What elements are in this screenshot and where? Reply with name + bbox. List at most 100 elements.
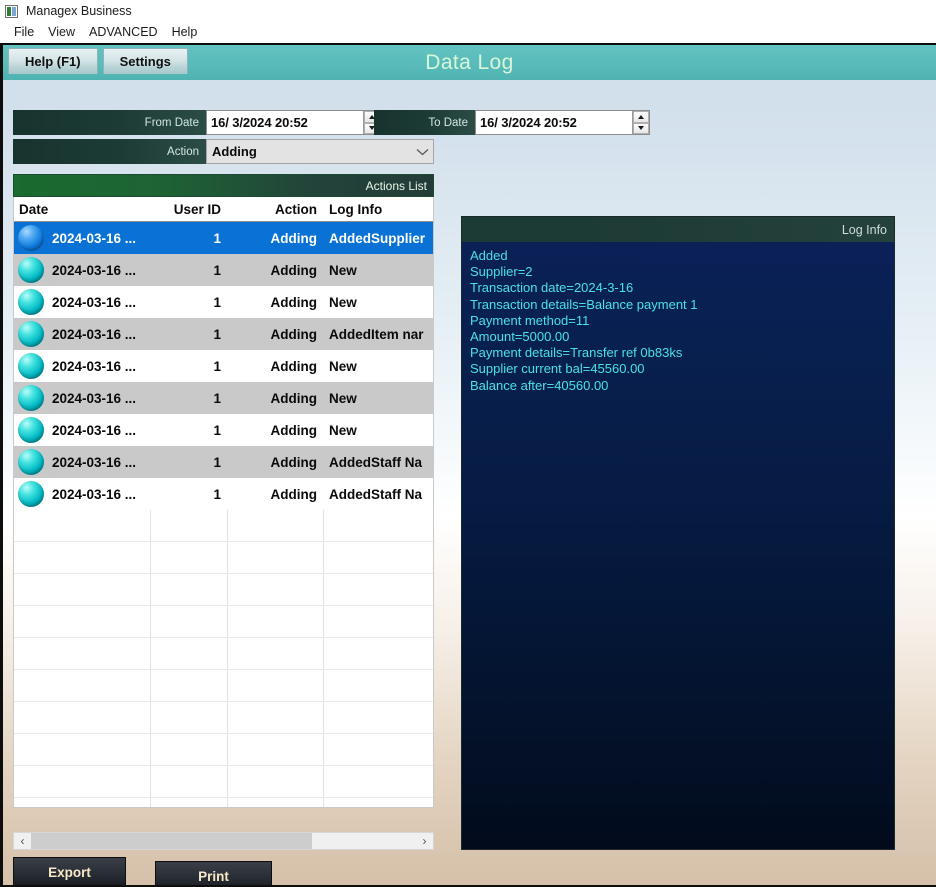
to-date-spin-up-button[interactable] (633, 111, 649, 123)
cell-empty (14, 766, 151, 797)
cell-empty (14, 542, 151, 573)
row-bullet-icon (18, 257, 44, 283)
to-date-label: To Date (374, 110, 475, 135)
cell-empty (14, 734, 151, 765)
menubar: File View ADVANCED Help (0, 22, 936, 42)
cell-empty (151, 638, 228, 669)
row-bullet-icon (18, 417, 44, 443)
menu-item-view[interactable]: View (41, 24, 82, 40)
table-row[interactable]: 2024-03-16 ...1AddingNew (14, 254, 433, 286)
from-date-input[interactable]: 16/ 3/2024 20:52 (206, 110, 381, 135)
cell-empty (324, 734, 433, 765)
table-row-empty[interactable] (14, 510, 433, 542)
menu-item-help[interactable]: Help (165, 24, 205, 40)
cell-empty (14, 638, 151, 669)
cell-action: Adding (228, 286, 324, 318)
scrollbar-track[interactable] (31, 833, 416, 849)
row-bullet-icon (18, 385, 44, 411)
cell-empty (228, 798, 324, 808)
cell-log-info: New (324, 350, 433, 382)
cell-log-info: AddedStaff Na (324, 446, 433, 478)
to-date-spin-down-button[interactable] (633, 123, 649, 135)
cell-empty (228, 638, 324, 669)
to-date-group: To Date 16/ 3/2024 20:52 (374, 110, 650, 135)
cell-empty (151, 766, 228, 797)
table-row[interactable]: 2024-03-16 ...1AddingNew (14, 382, 433, 414)
to-date-input[interactable]: 16/ 3/2024 20:52 (475, 110, 650, 135)
tab-settings[interactable]: Settings (103, 48, 188, 74)
cell-user-id: 1 (151, 414, 228, 446)
table-row[interactable]: 2024-03-16 ...1AddingAddedStaff Na (14, 478, 433, 510)
table-row[interactable]: 2024-03-16 ...1AddingAddedStaff Na (14, 446, 433, 478)
from-date-value: 16/ 3/2024 20:52 (207, 115, 363, 130)
log-info-line: Transaction details=Balance payment 1 (470, 297, 886, 313)
table-row[interactable]: 2024-03-16 ...1AddingNew (14, 414, 433, 446)
cell-log-info: New (324, 382, 433, 414)
table-row[interactable]: 2024-03-16 ...1AddingAddedSupplier (14, 222, 433, 254)
to-date-value: 16/ 3/2024 20:52 (476, 115, 632, 130)
table-row[interactable]: 2024-03-16 ...1AddingNew (14, 286, 433, 318)
actions-list-title: Actions List (13, 174, 434, 197)
cell-empty (151, 574, 228, 605)
table-row-empty[interactable] (14, 574, 433, 606)
table-row[interactable]: 2024-03-16 ...1AddingNew (14, 350, 433, 382)
cell-log-info: AddedItem nar (324, 318, 433, 350)
table-row-empty[interactable] (14, 702, 433, 734)
cell-empty (228, 766, 324, 797)
column-header-user-id[interactable]: User ID (151, 197, 228, 221)
table-row-empty[interactable] (14, 734, 433, 766)
cell-empty (151, 606, 228, 637)
table-row-empty[interactable] (14, 766, 433, 798)
cell-log-info: New (324, 414, 433, 446)
to-date-spinner[interactable] (632, 111, 649, 134)
scrollbar-thumb[interactable] (31, 833, 312, 849)
cell-log-info: AddedSupplier (324, 222, 433, 254)
export-button[interactable]: Export (13, 857, 126, 887)
column-header-date[interactable]: Date (14, 197, 151, 221)
actions-data-grid[interactable]: Date User ID Action Log Info 2024-03-16 … (13, 197, 434, 808)
cell-action: Adding (228, 382, 324, 414)
table-row-empty[interactable] (14, 542, 433, 574)
menu-item-advanced[interactable]: ADVANCED (82, 24, 165, 40)
cell-empty (324, 670, 433, 701)
cell-user-id: 1 (151, 254, 228, 286)
scroll-left-icon[interactable]: ‹ (14, 833, 31, 849)
cell-empty (324, 798, 433, 808)
action-filter-value: Adding (207, 144, 411, 159)
tab-help[interactable]: Help (F1) (8, 48, 98, 74)
tab-strip: Help (F1) Settings (3, 45, 936, 80)
row-bullet-icon (18, 321, 44, 347)
table-row-empty[interactable] (14, 638, 433, 670)
table-row[interactable]: 2024-03-16 ...1AddingAddedItem nar (14, 318, 433, 350)
action-filter-select[interactable]: Adding (206, 139, 434, 164)
column-header-log-info[interactable]: Log Info (324, 197, 433, 221)
menu-item-file[interactable]: File (7, 24, 41, 40)
os-titlebar: Managex Business (0, 0, 936, 22)
log-info-line: Amount=5000.00 (470, 329, 886, 345)
cell-empty (228, 670, 324, 701)
cell-empty (324, 638, 433, 669)
scroll-right-icon[interactable]: › (416, 833, 433, 849)
cell-empty (228, 702, 324, 733)
print-button[interactable]: Print (155, 861, 272, 887)
cell-empty (228, 574, 324, 605)
action-filter-label: Action (13, 139, 206, 164)
cell-action: Adding (228, 222, 324, 254)
table-row-empty[interactable] (14, 606, 433, 638)
log-info-text[interactable]: AddedSupplier=2Transaction date=2024-3-1… (462, 242, 894, 849)
cell-empty (14, 510, 151, 541)
cell-empty (228, 510, 324, 541)
log-info-line: Payment method=11 (470, 313, 886, 329)
grid-horizontal-scrollbar[interactable]: ‹ › (13, 832, 434, 850)
table-row-empty[interactable] (14, 670, 433, 702)
row-bullet-icon (18, 289, 44, 315)
app-window: Help (F1) Settings Data Log From Date 16… (0, 43, 936, 887)
log-info-line: Supplier current bal=45560.00 (470, 361, 886, 377)
cell-empty (324, 510, 433, 541)
cell-empty (151, 798, 228, 808)
cell-user-id: 1 (151, 478, 228, 510)
action-filter-group: Action Adding (13, 139, 434, 164)
column-header-action[interactable]: Action (228, 197, 324, 221)
table-row-empty[interactable] (14, 798, 433, 808)
cell-action: Adding (228, 478, 324, 510)
